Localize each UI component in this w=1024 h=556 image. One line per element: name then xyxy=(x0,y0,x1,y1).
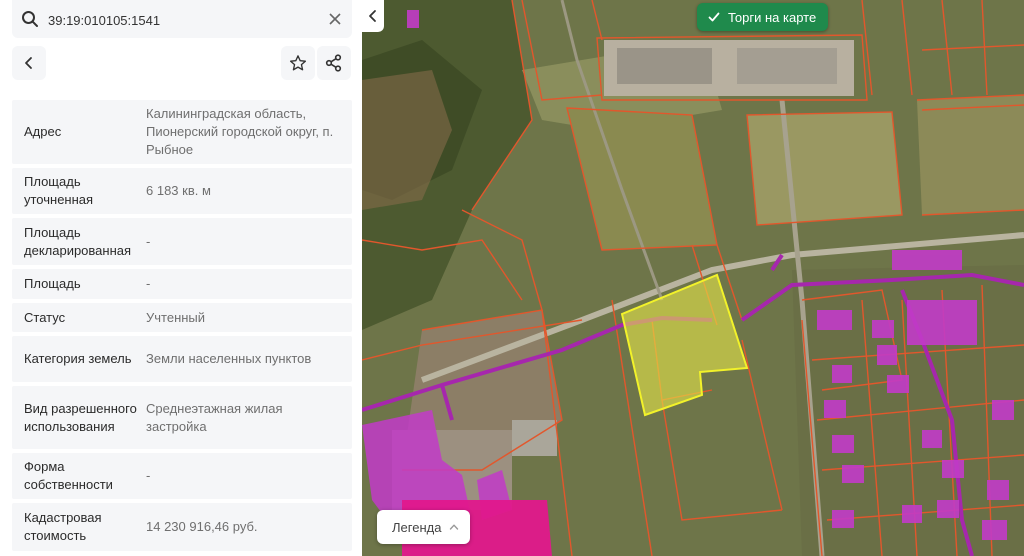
property-label: Площадь уточненная xyxy=(24,174,94,207)
legend-button[interactable]: Легенда xyxy=(377,510,470,544)
property-label: Форма собственности xyxy=(24,459,113,492)
chevron-up-icon xyxy=(450,524,459,530)
cadastral-map[interactable] xyxy=(362,0,1024,556)
property-value: Земли населенных пунктов xyxy=(146,351,312,366)
property-list: Адрес Калининградская область, Пионерски… xyxy=(12,100,352,555)
back-button[interactable] xyxy=(12,46,46,80)
collapse-panel-button[interactable] xyxy=(362,0,384,32)
share-icon xyxy=(325,54,342,72)
close-icon[interactable] xyxy=(328,12,342,26)
property-row-land-category: Категория земель Земли населенных пункто… xyxy=(12,336,352,382)
info-panel: Адрес Калининградская область, Пионерски… xyxy=(0,0,362,556)
property-label: Вид разрешенного использования xyxy=(24,400,137,434)
property-row-area-refined: Площадь уточненная 6 183 кв. м xyxy=(12,168,352,214)
property-label: Адрес xyxy=(24,124,62,139)
property-value: Калининградская область, Пионерский горо… xyxy=(146,106,334,157)
favorite-button[interactable] xyxy=(281,46,315,80)
search-input[interactable] xyxy=(46,6,320,34)
auctions-on-map-label: Торги на карте xyxy=(728,9,817,25)
star-icon xyxy=(289,55,307,71)
property-value: 14 230 916,46 руб. xyxy=(146,519,258,534)
search-icon xyxy=(22,11,38,27)
property-value: 6 183 кв. м xyxy=(146,183,211,198)
property-value: Среднеэтажная жилая застройка xyxy=(146,400,283,434)
share-button[interactable] xyxy=(317,46,351,80)
property-row-ownership: Форма собственности - xyxy=(12,453,352,499)
property-label: Статус xyxy=(24,309,66,325)
property-row-area: Площадь - xyxy=(12,269,352,299)
check-icon xyxy=(708,12,720,22)
property-value: - xyxy=(146,468,151,483)
satellite-map-view[interactable] xyxy=(362,0,1024,556)
property-row-address: Адрес Калининградская область, Пионерски… xyxy=(12,100,352,164)
auctions-on-map-button[interactable]: Торги на карте xyxy=(697,3,828,31)
property-value: - xyxy=(146,233,151,249)
legend-label: Легенда xyxy=(392,519,442,535)
property-label: Кадастровая стоимость xyxy=(24,510,102,543)
property-row-area-declared: Площадь декларированная - xyxy=(12,218,352,265)
search-bar xyxy=(12,0,352,38)
property-label: Категория земель xyxy=(24,351,132,366)
property-row-permitted-use: Вид разрешенного использования Среднеэта… xyxy=(12,386,352,449)
property-value: Учтенный xyxy=(146,309,206,325)
property-label: Площадь декларированная xyxy=(24,224,132,258)
property-row-cadastral-value: Кадастровая стоимость 14 230 916,46 руб. xyxy=(12,503,352,551)
property-value: - xyxy=(146,276,151,291)
chevron-left-icon xyxy=(369,10,376,22)
property-label: Площадь xyxy=(24,276,81,291)
chevron-left-icon xyxy=(25,57,32,69)
property-row-status: Статус Учтенный xyxy=(12,303,352,332)
